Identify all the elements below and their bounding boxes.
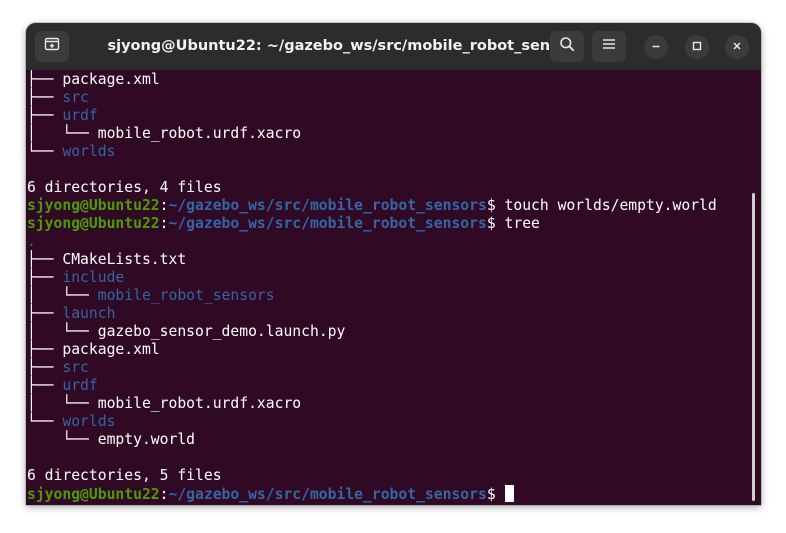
terminal-text: │ └── [27, 395, 98, 412]
scrollbar[interactable] [752, 193, 755, 501]
terminal-text: ├── [27, 359, 63, 376]
search-icon [559, 36, 575, 57]
terminal-text: package.xml [62, 341, 160, 358]
terminal-text: mobile_robot.urdf.xacro [97, 395, 302, 412]
terminal-text: └── [27, 143, 63, 160]
minimize-button[interactable] [644, 35, 668, 59]
terminal-text: $ touch worlds/empty.world [486, 197, 717, 214]
prompt-user: sjyong@Ubuntu22 [27, 197, 160, 214]
prompt-user: sjyong@Ubuntu22 [27, 486, 160, 503]
terminal-line: └── empty.world [27, 431, 717, 449]
terminal-text: └── [27, 413, 63, 430]
directory-name: worlds [62, 143, 116, 160]
close-icon [732, 38, 742, 56]
directory-name: launch [62, 305, 116, 322]
terminal-line: │ └── mobile_robot_sensors [27, 287, 717, 305]
terminal-text: package.xml [62, 71, 160, 88]
directory-name: include [62, 269, 125, 286]
directory-name: mobile_robot_sensors [97, 287, 275, 304]
prompt-path: ~/gazebo_ws/src/mobile_robot_sensors [168, 486, 487, 503]
terminal-text: ├── [27, 71, 63, 88]
terminal-line: sjyong@Ubuntu22:~/gazebo_ws/src/mobile_r… [27, 197, 717, 215]
terminal-line: sjyong@Ubuntu22:~/gazebo_ws/src/mobile_r… [27, 215, 717, 233]
maximize-button[interactable] [685, 35, 709, 59]
maximize-icon [692, 38, 702, 56]
terminal-text: $ [486, 486, 505, 503]
terminal-text: │ └── [27, 287, 98, 304]
terminal-text: mobile_robot.urdf.xacro [97, 125, 302, 142]
terminal-line: ├── urdf [27, 377, 717, 395]
terminal-line: ├── src [27, 359, 717, 377]
terminal-line: ├── package.xml [27, 341, 717, 359]
terminal-line: ├── CMakeLists.txt [27, 251, 717, 269]
menu-button[interactable] [592, 31, 626, 62]
window-title: sjyong@Ubuntu22: ~/gazebo_ws/src/mobile_… [107, 38, 585, 54]
terminal-text: ├── [27, 377, 63, 394]
search-button[interactable] [550, 31, 584, 62]
terminal-text: ├── [27, 305, 63, 322]
directory-name: worlds [62, 413, 116, 430]
new-tab-icon [44, 36, 60, 57]
directory-name: urdf [62, 107, 98, 124]
directory-name: src [62, 89, 89, 106]
terminal-text: gazebo_sensor_demo.launch.py [97, 323, 346, 340]
prompt-user: sjyong@Ubuntu22 [27, 215, 160, 232]
terminal-line: ├── package.xml [27, 71, 717, 89]
terminal-line: │ └── mobile_robot.urdf.xacro [27, 125, 717, 143]
terminal-text: CMakeLists.txt [62, 251, 187, 268]
terminal-text: ├── [27, 341, 63, 358]
terminal-line: └── worlds [27, 143, 717, 161]
terminal-text: 6 directories, 5 files [27, 467, 222, 484]
terminal-line: sjyong@Ubuntu22:~/gazebo_ws/src/mobile_r… [27, 485, 717, 503]
terminal-line: . [27, 233, 717, 251]
prompt-path: ~/gazebo_ws/src/mobile_robot_sensors [168, 197, 487, 214]
directory-name: . [27, 233, 36, 250]
terminal-line: ├── urdf [27, 107, 717, 125]
terminal-output[interactable]: ├── package.xml ├── src ├── urdf │ └── mobi… [26, 70, 761, 505]
terminal-line: └── worlds [27, 413, 717, 431]
terminal-text: ├── [27, 251, 63, 268]
title-bar[interactable]: sjyong@Ubuntu22: ~/gazebo_ws/src/mobile_… [26, 23, 761, 71]
terminal-line: 6 directories, 5 files [27, 467, 717, 485]
terminal-window: sjyong@Ubuntu22: ~/gazebo_ws/src/mobile_… [26, 23, 761, 505]
terminal-text: │ └── [27, 125, 98, 142]
minimize-icon [651, 38, 661, 56]
text-cursor [504, 485, 514, 502]
directory-name: src [62, 359, 89, 376]
terminal-lines: ├── package.xml ├── src ├── urdf │ └── mobi… [27, 71, 717, 503]
terminal-text: └── [27, 431, 98, 448]
terminal-line: ├── src [27, 89, 717, 107]
terminal-text: ├── [27, 269, 63, 286]
terminal-line: ├── include [27, 269, 717, 287]
terminal-text: ├── [27, 107, 63, 124]
terminal-text: ├── [27, 89, 63, 106]
terminal-text: │ └── [27, 323, 98, 340]
terminal-text: 6 directories, 4 files [27, 179, 222, 196]
terminal-text: $ tree [486, 215, 540, 232]
close-button[interactable] [725, 35, 749, 59]
terminal-line: 6 directories, 4 files [27, 179, 717, 197]
terminal-line: ├── launch [27, 305, 717, 323]
new-tab-button[interactable] [35, 31, 69, 62]
directory-name: urdf [62, 377, 98, 394]
terminal-line: │ └── gazebo_sensor_demo.launch.py [27, 323, 717, 341]
prompt-path: ~/gazebo_ws/src/mobile_robot_sensors [168, 215, 487, 232]
terminal-text: empty.world [97, 431, 196, 448]
hamburger-menu-icon [602, 37, 616, 56]
terminal-line: │ └── mobile_robot.urdf.xacro [27, 395, 717, 413]
